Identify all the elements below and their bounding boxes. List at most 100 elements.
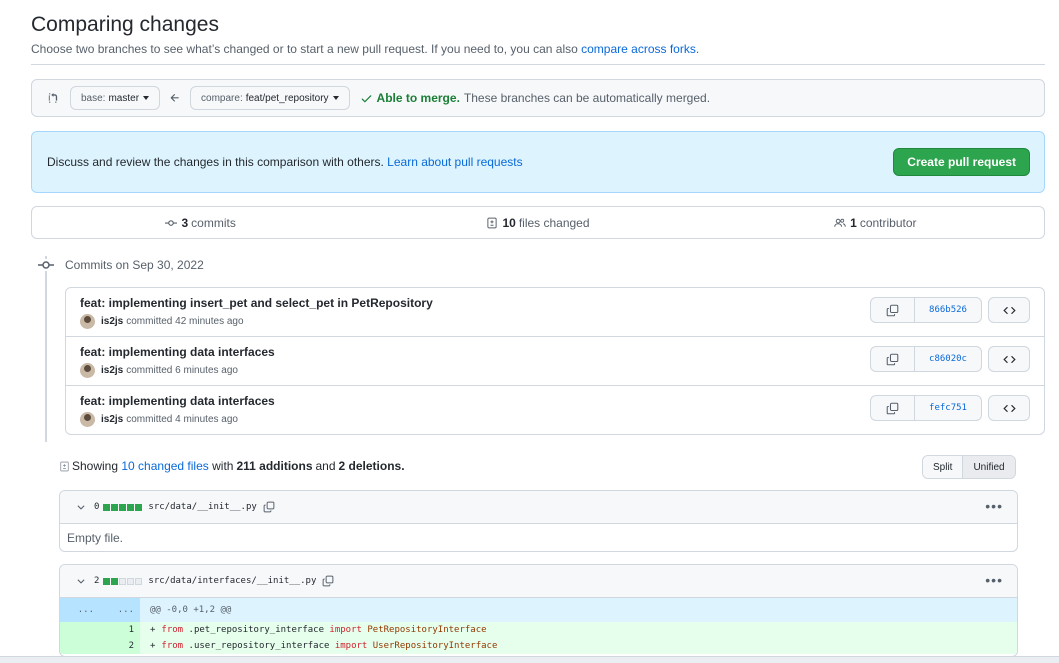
chevron-down-icon[interactable] xyxy=(76,502,86,512)
pull-request-flash: Discuss and review the changes in this c… xyxy=(31,131,1045,193)
flash-text: Discuss and review the changes in this c… xyxy=(47,155,384,169)
commits-count: 3 xyxy=(181,215,189,230)
files-label: files changed xyxy=(518,215,590,230)
timeline-line xyxy=(45,256,47,442)
compare-forks-link[interactable]: compare across forks. xyxy=(581,42,699,56)
create-pull-request-button[interactable]: Create pull request xyxy=(893,148,1030,176)
copy-icon[interactable] xyxy=(263,501,275,513)
compare-branch-select[interactable]: compare: feat/pet_repository xyxy=(190,86,350,110)
sha-group: fefc751 xyxy=(870,395,982,421)
sha-group: c86020c xyxy=(870,346,982,372)
copy-sha-button[interactable] xyxy=(871,298,915,322)
diffstat-blocks xyxy=(103,503,143,511)
code-line: + from .user_repository_interface import … xyxy=(140,638,1017,654)
showing-and: and xyxy=(315,459,336,473)
copy-icon xyxy=(886,304,899,316)
file-header: 0 src/data/__init__.py ••• xyxy=(60,491,1017,524)
commit-sha-link[interactable]: c86020c xyxy=(915,347,981,371)
compare-arrows-icon xyxy=(48,92,58,103)
commit-author[interactable]: is2js xyxy=(101,414,123,425)
sha-group: 866b526 xyxy=(870,297,982,323)
commit-row: feat: implementing insert_pet and select… xyxy=(66,288,1044,337)
commit-time: committed 4 minutes ago xyxy=(126,414,238,425)
diffstat-blocks xyxy=(103,577,143,585)
code-icon xyxy=(1002,306,1016,314)
commit-icon xyxy=(38,259,54,271)
diffstat-count: 2 xyxy=(94,576,100,586)
copy-icon[interactable] xyxy=(322,575,334,587)
avatar[interactable] xyxy=(80,412,95,427)
compare-prefix: compare: xyxy=(201,92,243,104)
file-diff-icon xyxy=(487,217,498,228)
commit-author[interactable]: is2js xyxy=(101,365,123,376)
old-line-number xyxy=(60,638,100,654)
diff-table: ... ... @@ -0,0 +1,2 @@ 1 + from .pet_rep… xyxy=(60,598,1017,654)
browse-repo-button[interactable] xyxy=(988,395,1030,421)
code-icon xyxy=(1002,355,1016,363)
comparison-summary: 3 commits 10 files changed 1 contributor xyxy=(31,206,1045,239)
file-path[interactable]: src/data/interfaces/__init__.py xyxy=(148,576,316,586)
deletions-count: 2 deletions. xyxy=(338,459,405,473)
page-subtitle: Choose two branches to see what’s change… xyxy=(31,42,699,56)
commit-sha-link[interactable]: 866b526 xyxy=(915,298,981,322)
code-icon xyxy=(1002,404,1016,412)
avatar[interactable] xyxy=(80,314,95,329)
split-view-button[interactable]: Split xyxy=(923,456,963,478)
base-branch-name: master xyxy=(108,92,140,104)
arrow-left-icon xyxy=(170,94,179,102)
additions-count: 211 additions xyxy=(236,459,313,473)
commit-time: committed 42 minutes ago xyxy=(126,316,244,327)
changed-files-link[interactable]: 10 changed files xyxy=(121,459,208,473)
new-line-number[interactable]: 2 xyxy=(100,638,140,654)
range-editor: base: master compare: feat/pet_repositor… xyxy=(31,79,1045,117)
files-changed-tab[interactable]: 10 files changed xyxy=(369,216,706,230)
caret-down-icon xyxy=(143,96,150,100)
kebab-icon[interactable]: ••• xyxy=(985,573,1003,587)
commit-sha-link[interactable]: fefc751 xyxy=(915,396,981,420)
contributors-tab[interactable]: 1 contributor xyxy=(707,216,1044,230)
check-icon xyxy=(361,94,371,102)
commits-tab[interactable]: 3 commits xyxy=(32,216,369,230)
file-header: 2 src/data/interfaces/__init__.py ••• xyxy=(60,565,1017,598)
hunk-header: @@ -0,0 +1,2 @@ xyxy=(140,598,1017,622)
horizontal-scrollbar[interactable] xyxy=(0,656,1059,663)
browse-repo-button[interactable] xyxy=(988,297,1030,323)
page-title: Comparing changes xyxy=(31,13,219,36)
avatar[interactable] xyxy=(80,363,95,378)
merge-ok-text: Able to merge. xyxy=(376,91,460,105)
contributors-count: 1 xyxy=(850,215,857,230)
code-line: + from .pet_repository_interface import P… xyxy=(140,622,1017,638)
commit-row: feat: implementing data interfaces is2js… xyxy=(66,337,1044,386)
file-path[interactable]: src/data/__init__.py xyxy=(148,502,256,512)
learn-pr-link[interactable]: Learn about pull requests xyxy=(387,155,522,169)
old-line-number xyxy=(60,622,100,638)
unified-view-button[interactable]: Unified xyxy=(962,456,1015,478)
commit-row: feat: implementing data interfaces is2js… xyxy=(66,386,1044,435)
files-count: 10 xyxy=(502,215,516,230)
file-diff: 0 src/data/__init__.py ••• Empty file. xyxy=(59,490,1018,552)
browse-repo-button[interactable] xyxy=(988,346,1030,372)
commits-label: commits xyxy=(191,215,236,230)
base-branch-select[interactable]: base: master xyxy=(70,86,161,110)
copy-icon xyxy=(886,402,899,414)
commit-time: committed 6 minutes ago xyxy=(126,365,238,376)
commits-date-heading: Commits on Sep 30, 2022 xyxy=(65,258,204,272)
file-diff-icon xyxy=(60,461,69,471)
kebab-icon[interactable]: ••• xyxy=(985,499,1003,513)
caret-down-icon xyxy=(332,96,339,100)
expand-down-button[interactable]: ... xyxy=(100,598,140,622)
new-line-number[interactable]: 1 xyxy=(100,622,140,638)
people-icon xyxy=(834,218,846,227)
compare-branch-name: feat/pet_repository xyxy=(245,92,329,104)
copy-sha-button[interactable] xyxy=(871,396,915,420)
commit-list: feat: implementing insert_pet and select… xyxy=(65,287,1045,435)
merge-detail-text: These branches can be automatically merg… xyxy=(463,91,711,105)
chevron-down-icon[interactable] xyxy=(76,576,86,586)
copy-sha-button[interactable] xyxy=(871,347,915,371)
expand-up-button[interactable]: ... xyxy=(60,598,100,622)
hunk-header-row: ... ... @@ -0,0 +1,2 @@ xyxy=(60,598,1017,622)
copy-icon xyxy=(886,353,899,365)
merge-status: Able to merge. These branches can be aut… xyxy=(360,91,711,105)
diff-line-added: 2 + from .user_repository_interface impor… xyxy=(60,638,1017,654)
commit-author[interactable]: is2js xyxy=(101,316,123,327)
